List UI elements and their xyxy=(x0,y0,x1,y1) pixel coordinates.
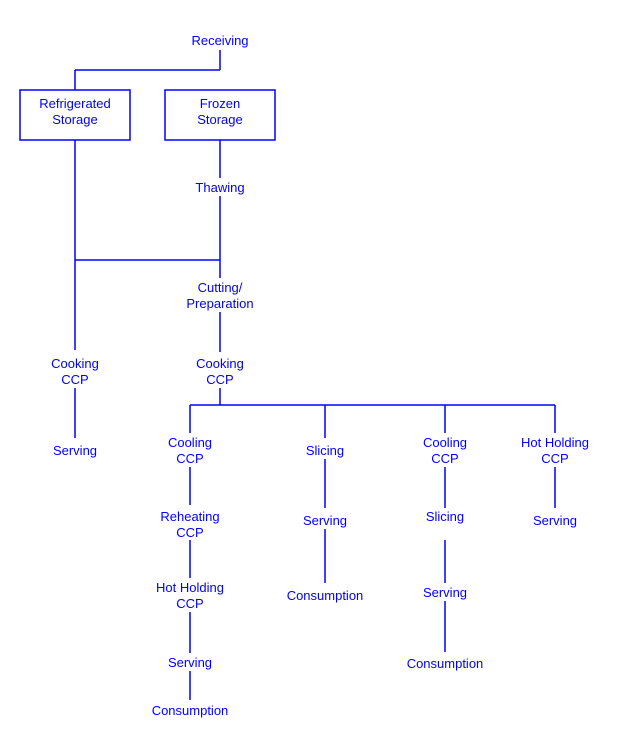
receiving-label: Receiving xyxy=(191,33,248,48)
cooking-ccp-left-label2: CCP xyxy=(61,372,88,387)
hot-holding-ccp-2-label2: CCP xyxy=(176,596,203,611)
consumption-2-label: Consumption xyxy=(407,656,484,671)
cooking-ccp-right-label: Cooking xyxy=(196,356,244,371)
serving-4-label: Serving xyxy=(533,513,577,528)
cooling-ccp-2-label: Cooling xyxy=(423,435,467,450)
serving-left-label: Serving xyxy=(53,443,97,458)
frozen-storage-label: Frozen xyxy=(200,96,240,111)
refrigerated-storage-label: Refrigerated xyxy=(39,96,111,111)
cooking-ccp-left-label: Cooking xyxy=(51,356,99,371)
consumption-3-label: Consumption xyxy=(152,703,229,718)
serving-3-label: Serving xyxy=(423,585,467,600)
cooking-ccp-right-label2: CCP xyxy=(206,372,233,387)
hot-holding-ccp-2-label: Hot Holding xyxy=(156,580,224,595)
cooling-ccp-1-label: Cooling xyxy=(168,435,212,450)
slicing-2-label: Slicing xyxy=(426,509,464,524)
hot-holding-ccp-label2: CCP xyxy=(541,451,568,466)
serving-2-label: Serving xyxy=(303,513,347,528)
serving-5-label: Serving xyxy=(168,655,212,670)
hot-holding-ccp-label: Hot Holding xyxy=(521,435,589,450)
thawing-label: Thawing xyxy=(195,180,244,195)
frozen-storage-label2: Storage xyxy=(197,112,243,127)
reheating-ccp-label2: CCP xyxy=(176,525,203,540)
cutting-prep-label2: Preparation xyxy=(186,296,253,311)
cooling-ccp-2-label2: CCP xyxy=(431,451,458,466)
consumption-1-label: Consumption xyxy=(287,588,364,603)
cooling-ccp-1-label2: CCP xyxy=(176,451,203,466)
cutting-prep-label: Cutting/ xyxy=(198,280,243,295)
reheating-ccp-label: Reheating xyxy=(160,509,219,524)
slicing-1-label: Slicing xyxy=(306,443,344,458)
refrigerated-storage-label2: Storage xyxy=(52,112,98,127)
